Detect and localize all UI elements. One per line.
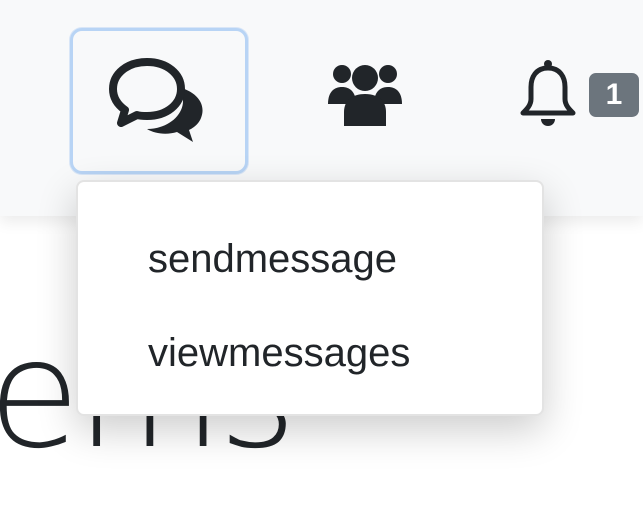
dropdown-item-sendmessage[interactable]: sendmessage xyxy=(78,226,542,320)
notification-count-badge: 1 xyxy=(589,73,639,117)
users-button[interactable] xyxy=(322,55,408,135)
users-icon xyxy=(326,60,404,131)
messages-dropdown-toggle[interactable] xyxy=(70,28,248,174)
messages-dropdown-menu: sendmessage viewmessages xyxy=(76,180,544,416)
dropdown-item-viewmessages[interactable]: viewmessages xyxy=(78,320,542,414)
notifications-button[interactable] xyxy=(515,55,581,135)
bell-icon xyxy=(519,59,577,132)
comments-icon xyxy=(109,56,209,147)
